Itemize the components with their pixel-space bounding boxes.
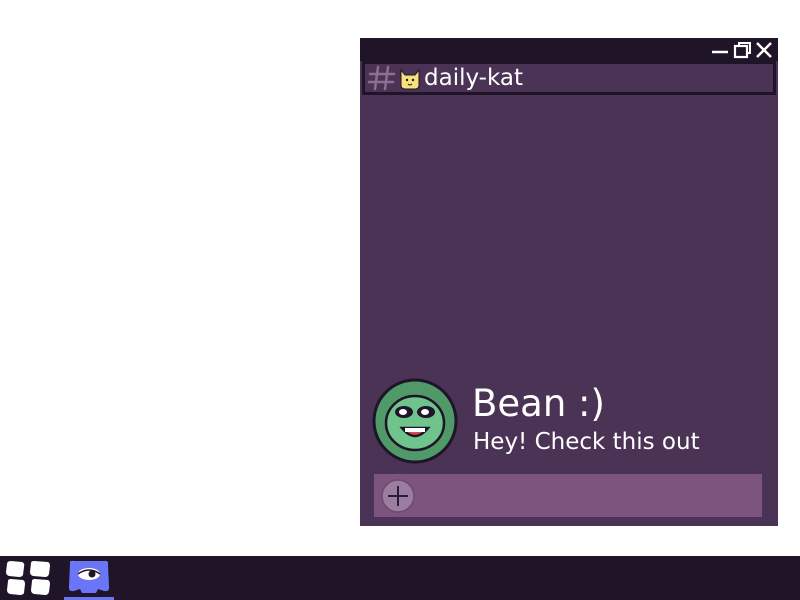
hash-icon [367, 65, 396, 91]
taskbar [0, 556, 800, 600]
message-text: Hey! Check this out [473, 429, 700, 455]
message-input[interactable] [416, 474, 762, 517]
plus-circle-icon[interactable] [380, 478, 416, 514]
chat-app-icon [68, 560, 110, 593]
minimize-icon[interactable] [710, 40, 730, 60]
message-composer [374, 474, 762, 517]
chat-window: daily-kat Bean :) Hey! Check this out [360, 38, 778, 526]
message-item: Bean :) Hey! Check this out [372, 378, 772, 464]
cat-face-icon [400, 68, 420, 90]
channel-header: daily-kat [362, 61, 776, 95]
start-menu-icon[interactable] [4, 560, 52, 596]
maximize-icon[interactable] [732, 40, 752, 60]
window-titlebar[interactable] [360, 38, 778, 61]
close-icon[interactable] [754, 40, 774, 60]
avatar[interactable] [372, 378, 458, 464]
channel-name: daily-kat [424, 65, 524, 91]
taskbar-app-chat[interactable] [64, 558, 114, 600]
message-author[interactable]: Bean :) [472, 382, 605, 426]
window-controls [710, 40, 774, 60]
